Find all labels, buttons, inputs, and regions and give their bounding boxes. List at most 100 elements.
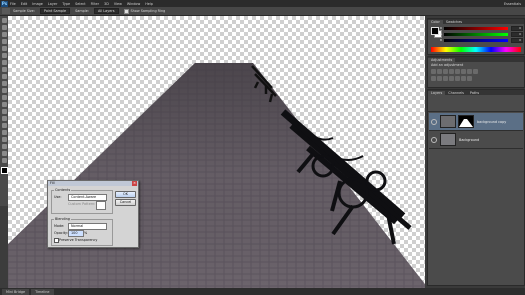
use-select[interactable]: Content-Aware xyxy=(68,194,107,201)
marquee-tool-icon[interactable] xyxy=(1,25,7,30)
posterize-icon[interactable] xyxy=(455,76,460,81)
curves-icon[interactable] xyxy=(443,69,448,74)
type-tool-icon[interactable] xyxy=(1,123,7,128)
layer-mask-thumbnail[interactable] xyxy=(458,115,474,128)
menu-image[interactable]: Image xyxy=(32,2,43,6)
slider-b[interactable] xyxy=(444,39,508,42)
tab-adjustments[interactable]: Adjustments xyxy=(428,57,456,62)
menu-view[interactable]: View xyxy=(114,2,122,6)
exposure-icon[interactable] xyxy=(449,69,454,74)
ok-button[interactable]: OK xyxy=(115,191,136,198)
channel-mixer-icon[interactable] xyxy=(437,76,442,81)
mode-label: Mode: xyxy=(54,224,65,228)
sample-size-label: Sample Size: xyxy=(13,9,35,13)
menu-3d[interactable]: 3D xyxy=(104,2,109,6)
gradient-map-icon[interactable] xyxy=(467,76,472,81)
crop-tool-icon[interactable] xyxy=(1,46,7,51)
eyedropper-tool-icon[interactable] xyxy=(2,8,10,14)
zoom-tool-icon[interactable] xyxy=(1,158,7,163)
tab-mini-bridge[interactable]: Mini Bridge xyxy=(2,288,30,295)
eraser-tool-icon[interactable] xyxy=(1,88,7,93)
color-balance-icon[interactable] xyxy=(467,69,472,74)
hand-tool-icon[interactable] xyxy=(1,151,7,156)
color-lookup-icon[interactable] xyxy=(443,76,448,81)
brush-tool-icon[interactable] xyxy=(1,67,7,72)
menu-help[interactable]: Help xyxy=(145,2,153,6)
foreground-color-swatch-panel[interactable] xyxy=(431,27,439,35)
shape-tool-icon[interactable] xyxy=(1,137,7,142)
adjustments-panel: Adjustments Add an adjustment xyxy=(427,56,525,88)
slider-b-value[interactable]: 0 xyxy=(511,38,523,43)
threshold-icon[interactable] xyxy=(461,76,466,81)
invert-icon[interactable] xyxy=(449,76,454,81)
healing-brush-icon[interactable] xyxy=(1,60,7,65)
slider-g[interactable] xyxy=(444,33,508,36)
close-icon[interactable]: × xyxy=(132,181,137,186)
layer-thumbnail xyxy=(440,133,456,146)
clone-stamp-icon[interactable] xyxy=(1,74,7,79)
dodge-tool-icon[interactable] xyxy=(1,109,7,114)
show-sampling-ring-checkbox[interactable] xyxy=(123,8,129,14)
visibility-eye-icon[interactable] xyxy=(431,118,437,125)
slider-b-label: B xyxy=(440,38,443,42)
sample-size-select[interactable]: Point Sample xyxy=(39,8,71,14)
custom-pattern-label: Custom Pattern: xyxy=(68,202,96,206)
layer-row[interactable]: background copy xyxy=(429,113,523,131)
mode-select[interactable]: Normal xyxy=(68,223,107,230)
slider-r-label: R xyxy=(440,26,443,30)
contents-legend: Contents xyxy=(54,188,72,192)
layers-panel: Layers Channels Paths background copy Ba… xyxy=(427,89,525,286)
use-label: Use: xyxy=(54,195,62,199)
menu-bar: Ps File Edit Image Layer Type Select Fil… xyxy=(0,0,525,7)
tab-channels[interactable]: Channels xyxy=(445,91,467,95)
photoshop-logo: Ps xyxy=(1,0,8,7)
opacity-input[interactable]: 100 xyxy=(68,230,84,237)
history-brush-icon[interactable] xyxy=(1,81,7,86)
lasso-tool-icon[interactable] xyxy=(1,32,7,37)
custom-pattern-picker[interactable] xyxy=(96,201,106,210)
3d-rotate-icon[interactable] xyxy=(1,144,7,149)
menu-edit[interactable]: Edit xyxy=(21,2,28,6)
opacity-label: Opacity: xyxy=(54,231,68,235)
blur-tool-icon[interactable] xyxy=(1,102,7,107)
levels-icon[interactable] xyxy=(437,69,442,74)
menu-select[interactable]: Select xyxy=(75,2,85,6)
menu-layer[interactable]: Layer xyxy=(48,2,57,6)
menu-filter[interactable]: Filter xyxy=(91,2,99,6)
gradient-tool-icon[interactable] xyxy=(1,95,7,100)
panel-dock: Color Swatches R 0 G 0 B 0 Adjustments A… xyxy=(425,16,525,288)
layer-row[interactable]: Background xyxy=(429,131,523,149)
pen-tool-icon[interactable] xyxy=(1,116,7,121)
color-panel: Color Swatches R 0 G 0 B 0 xyxy=(427,18,525,55)
slider-g-label: G xyxy=(440,32,443,36)
foreground-color-swatch[interactable] xyxy=(1,167,8,174)
hue-saturation-icon[interactable] xyxy=(461,69,466,74)
tab-timeline[interactable]: Timeline xyxy=(31,288,54,295)
status-bar: Mini Bridge Timeline xyxy=(0,288,525,295)
menu-type[interactable]: Type xyxy=(62,2,70,6)
visibility-eye-icon[interactable] xyxy=(431,136,437,143)
slider-g-value[interactable]: 0 xyxy=(511,32,523,37)
brightness-icon[interactable] xyxy=(431,69,436,74)
slider-r[interactable] xyxy=(444,27,508,30)
tab-paths[interactable]: Paths xyxy=(467,91,482,95)
vibrance-icon[interactable] xyxy=(455,69,460,74)
eyedropper-icon[interactable] xyxy=(1,53,7,58)
tab-swatches[interactable]: Swatches xyxy=(443,20,465,24)
color-spectrum[interactable] xyxy=(431,47,521,52)
path-select-icon[interactable] xyxy=(1,130,7,135)
quick-select-tool-icon[interactable] xyxy=(1,39,7,44)
move-tool-icon[interactable] xyxy=(1,18,7,23)
menu-window[interactable]: Window xyxy=(127,2,140,6)
tab-color[interactable]: Color xyxy=(428,19,443,24)
photo-filter-icon[interactable] xyxy=(431,76,436,81)
black-white-icon[interactable] xyxy=(473,69,478,74)
tab-layers[interactable]: Layers xyxy=(428,90,446,95)
menu-file[interactable]: File xyxy=(10,2,16,6)
slider-r-value[interactable]: 0 xyxy=(511,26,523,31)
sample-select[interactable]: All Layers xyxy=(93,8,119,14)
layer-name: Background xyxy=(459,137,480,142)
layers-controls xyxy=(428,95,524,112)
workspace-switcher[interactable]: Essentials xyxy=(504,2,521,6)
cancel-button[interactable]: Cancel xyxy=(115,199,136,206)
